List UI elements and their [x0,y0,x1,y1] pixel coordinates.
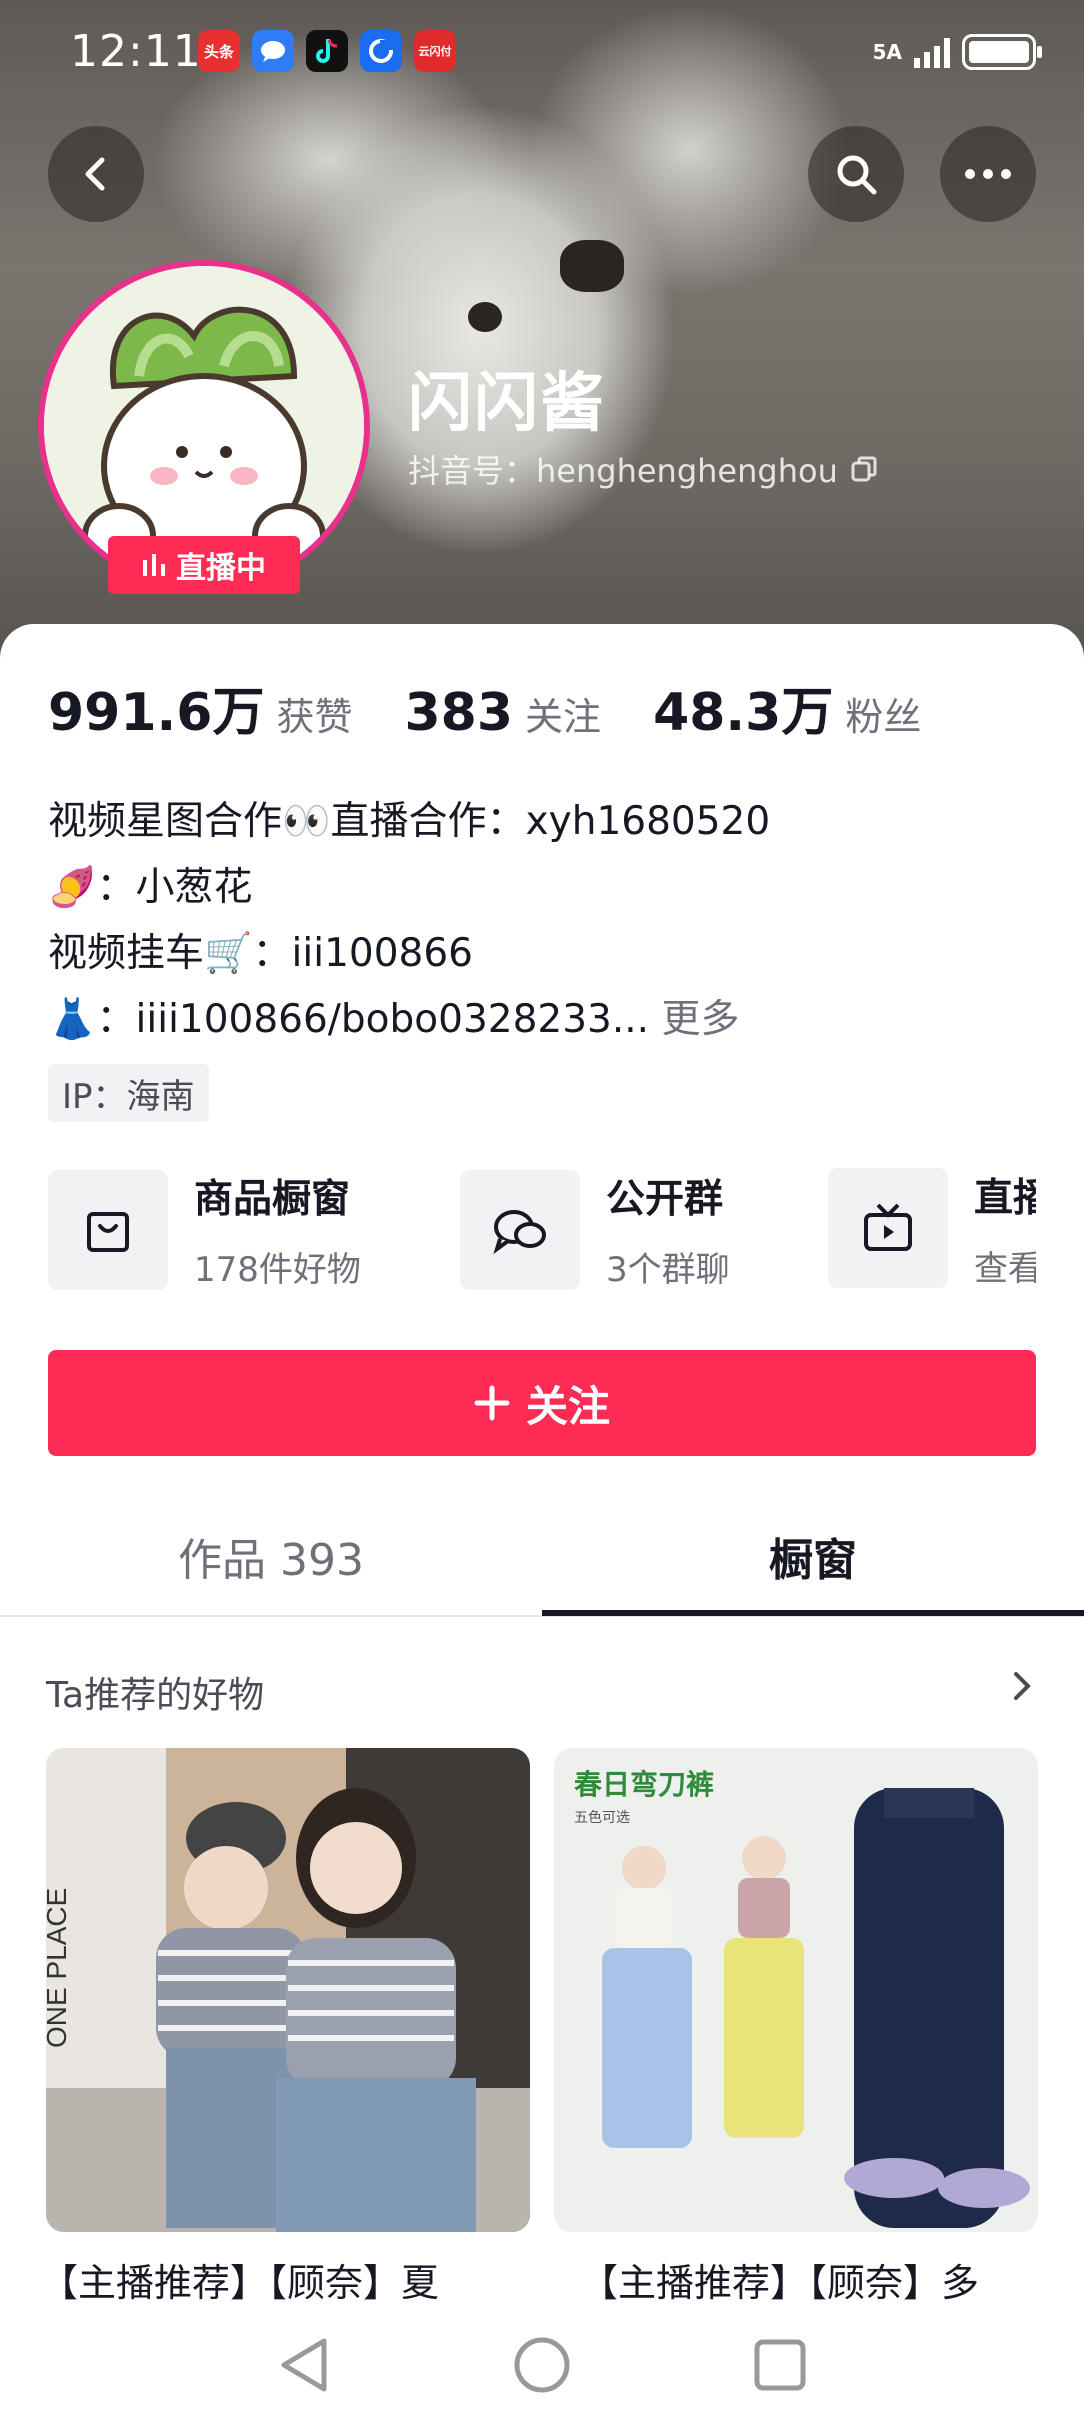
back-button[interactable] [48,126,144,222]
product-image-text: 春日弯刀裤 [574,1768,714,1800]
product-image[interactable]: ONE PLACE [46,1748,530,2232]
bio-more-link[interactable]: 更多 [661,997,739,1042]
live-card-title: 直播 [974,1175,1036,1221]
nav-back-icon[interactable] [276,2335,332,2395]
status-indicators: 5A [872,30,1042,74]
douyin-id[interactable]: 抖音号：henghenghenghou [408,446,878,492]
system-nav-bar [0,2318,1084,2412]
public-group-title: 公开群 [606,1177,724,1222]
tiktok-app-icon [306,30,348,72]
follow-button-label: 关注 [525,1381,610,1431]
cover-dog-nose [560,240,624,292]
nav-recents-icon[interactable] [752,2337,808,2393]
cover-dog-eye [468,302,502,332]
recommend-title[interactable]: Ta推荐的好物 [46,1666,264,1718]
live-card[interactable]: 直播 查看 [828,1168,1036,1288]
tab-works[interactable]: 作品 393 [0,1524,542,1588]
cloudpay-app-icon: 云闪付 [414,30,456,72]
chevron-right-icon[interactable] [1010,1666,1034,1710]
chevron-left-icon [85,157,105,191]
live-badge[interactable]: 直播中 [108,536,300,594]
tab-active-indicator [542,1610,1084,1616]
product-image-subtext: 五色可选 [574,1809,630,1825]
toutiao-app-icon: 头条 [198,30,240,72]
bio-line: 视频星图合作👀直播合作：xyh1680520 [48,799,771,844]
shop-window-title: 商品橱窗 [194,1177,351,1222]
group-chat-icon [460,1169,580,1290]
live-badge-label: 直播中 [176,551,266,586]
likes-label: 获赞 [276,695,353,739]
network-type: 5A [872,40,902,64]
search-icon [837,155,877,195]
more-button[interactable] [940,126,1036,222]
followers-label[interactable]: 粉丝 [845,686,921,741]
tv-icon [828,1168,948,1288]
shopping-bag-icon [48,1169,168,1290]
follow-button[interactable]: 关注 [48,1350,1036,1456]
message-app-icon [252,30,294,72]
bio-line: 🍠：小葱花 [48,865,253,910]
likes-count: 991.6万 [48,683,265,743]
search-button[interactable] [808,126,904,222]
browser-app-icon [360,30,402,72]
profile-stats: 991.6万 获赞 383 关注 48.3万 粉丝 [48,670,973,745]
plus-icon [474,1385,510,1421]
douyin-id-value: henghenghenghou [536,452,838,490]
profile-nickname: 闪闪酱 [408,367,606,441]
product-title[interactable]: 【主播推荐】【顾奈】多 [580,2252,979,2307]
more-dots-icon [965,169,1011,179]
followers-count[interactable]: 48.3万 [653,670,833,745]
douyin-id-label: 抖音号： [408,452,537,490]
ip-location-tag: IP：海南 [48,1064,209,1122]
shop-window-card[interactable]: 商品橱窗 178件好物 [48,1168,361,1291]
following-count[interactable]: 383 [405,683,514,743]
bio-line: 视频挂车🛒：iii100866 [48,931,473,976]
live-card-subtitle: 查看 [974,1248,1036,1289]
product-image-text: ONE PLACE [46,1888,72,2048]
bio-line-with-more[interactable]: 👗：iiii100866/bobo0328233... 更多 [48,988,739,1044]
bio-line: 👗：iiii100866/bobo0328233... [48,997,650,1042]
signal-icon [914,36,950,68]
status-time: 12:11 [70,26,202,77]
public-group-card[interactable]: 公开群 3个群聊 [460,1168,730,1291]
nav-home-icon[interactable] [512,2335,572,2395]
battery-icon [962,34,1042,70]
following-label[interactable]: 关注 [525,686,601,741]
live-bars-icon [143,554,165,576]
public-group-subtitle: 3个群聊 [606,1250,730,1290]
product-image[interactable]: 春日弯刀裤 五色可选 [554,1748,1038,2232]
shop-window-subtitle: 178件好物 [194,1250,361,1290]
copy-icon[interactable] [850,455,878,483]
product-title[interactable]: 【主播推荐】【顾奈】夏 [40,2252,439,2307]
tab-shop-window[interactable]: 橱窗 [542,1524,1084,1588]
